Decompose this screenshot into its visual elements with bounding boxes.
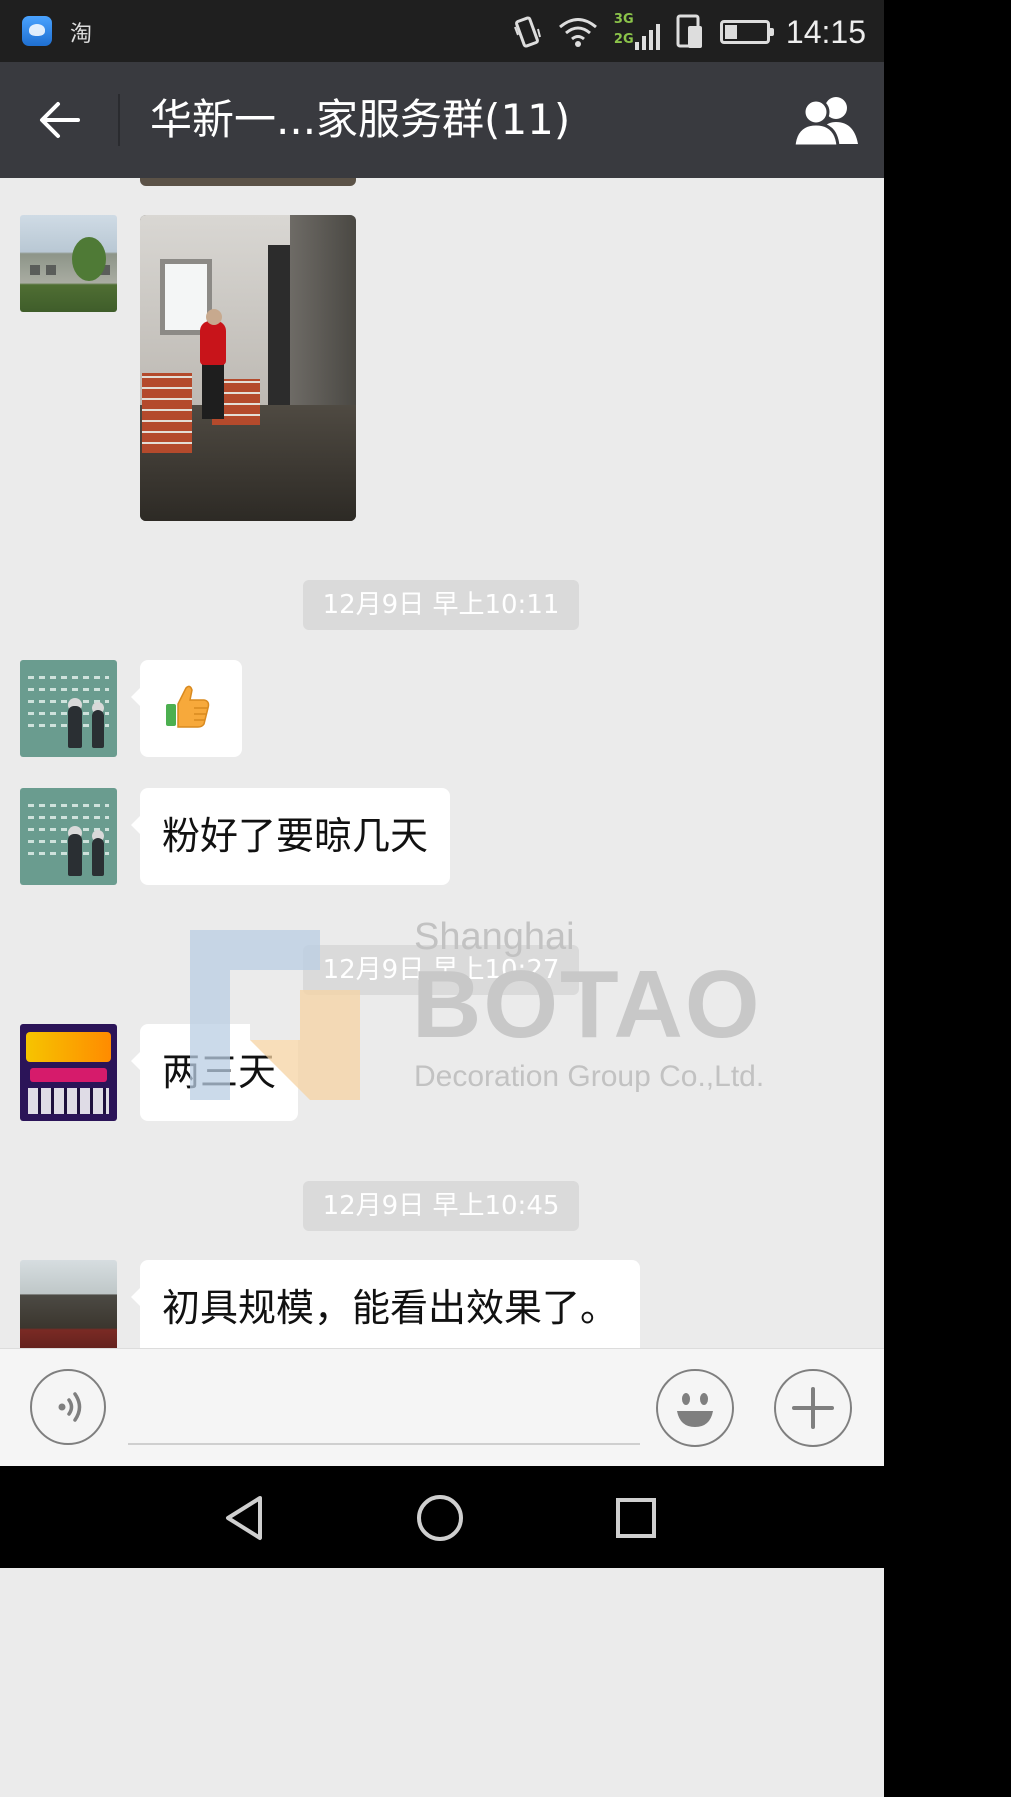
nav-back-icon <box>226 1496 262 1540</box>
avatar-building[interactable] <box>20 215 117 312</box>
sim-icon <box>676 14 702 48</box>
timestamp-chip: 12月9日 早上10:27 <box>303 945 579 995</box>
message-input[interactable] <box>128 1379 640 1445</box>
avatar-couple[interactable] <box>20 788 117 885</box>
message-text: 初具规模，能看出效果了。 <box>162 1286 619 1330</box>
vibrate-icon <box>513 16 541 48</box>
message-text: 两三天 <box>162 1050 277 1094</box>
status-time: 14:15 <box>785 13 866 50</box>
plus-icon <box>792 1387 834 1429</box>
phone-screen: 淘 3G 2G 14:15 华新一...家服务群(11) 12月9日 早上10:… <box>0 0 884 1797</box>
voice-input-button[interactable] <box>30 1369 106 1445</box>
status-indicators: 3G 2G 14:15 <box>512 10 866 54</box>
voice-icon <box>58 1392 82 1422</box>
status-bar: 淘 3G 2G 14:15 <box>0 0 884 62</box>
message-bubble[interactable]: 初具规模，能看出效果了。 <box>130 1260 641 1348</box>
message-bubble[interactable]: 粉好了要晾几天 <box>130 788 451 885</box>
thumbs-up-icon <box>166 685 210 728</box>
nav-recent-icon <box>616 1498 656 1538</box>
wifi-icon <box>558 18 597 47</box>
construction-photo[interactable] <box>140 215 356 521</box>
timestamp-chip: 12月9日 早上10:45 <box>303 1181 579 1231</box>
more-actions-button[interactable] <box>774 1369 852 1447</box>
avatar-promo[interactable] <box>20 1024 117 1121</box>
emoji-button[interactable] <box>656 1369 734 1447</box>
nav-home-button[interactable] <box>412 1490 468 1546</box>
taobao-notification-icon: 淘 <box>70 22 93 47</box>
avatar-sculpture[interactable] <box>20 1260 117 1348</box>
message-bubble[interactable] <box>131 660 242 757</box>
back-button[interactable] <box>30 90 90 150</box>
avatar-couple[interactable] <box>20 660 117 757</box>
message-bubble[interactable]: 两三天 <box>130 1024 299 1121</box>
battery-level <box>724 25 737 39</box>
previous-image-edge <box>140 178 356 186</box>
dual-signal-icon: 3G 2G <box>614 12 660 52</box>
network-3g-label: 3G <box>613 12 634 27</box>
network-2g-label: 2G <box>613 32 634 47</box>
watermark-subtitle: Decoration Group Co.,Ltd. <box>414 1060 765 1093</box>
health-app-icon <box>22 16 52 46</box>
battery-icon <box>719 20 774 44</box>
timestamp-chip: 12月9日 早上10:11 <box>303 580 579 630</box>
back-arrow-icon <box>40 102 80 138</box>
nav-home-icon <box>417 1495 463 1541</box>
group-info-button[interactable] <box>792 92 862 148</box>
input-bar <box>0 1348 884 1467</box>
nav-back-button[interactable] <box>216 1490 272 1546</box>
message-list[interactable]: 12月9日 早上10:11 粉好了要晾几天 12月9日 早上10:27 两三天 … <box>0 178 884 1348</box>
nav-recent-button[interactable] <box>608 1490 664 1546</box>
group-members-icon <box>792 97 858 148</box>
chat-header: 华新一...家服务群(11) <box>0 62 884 178</box>
message-text: 粉好了要晾几天 <box>162 814 429 858</box>
chat-title: 华新一...家服务群(11) <box>150 95 571 144</box>
system-nav-bar <box>0 1466 884 1568</box>
header-divider <box>118 94 120 146</box>
smiley-icon <box>677 1393 713 1427</box>
